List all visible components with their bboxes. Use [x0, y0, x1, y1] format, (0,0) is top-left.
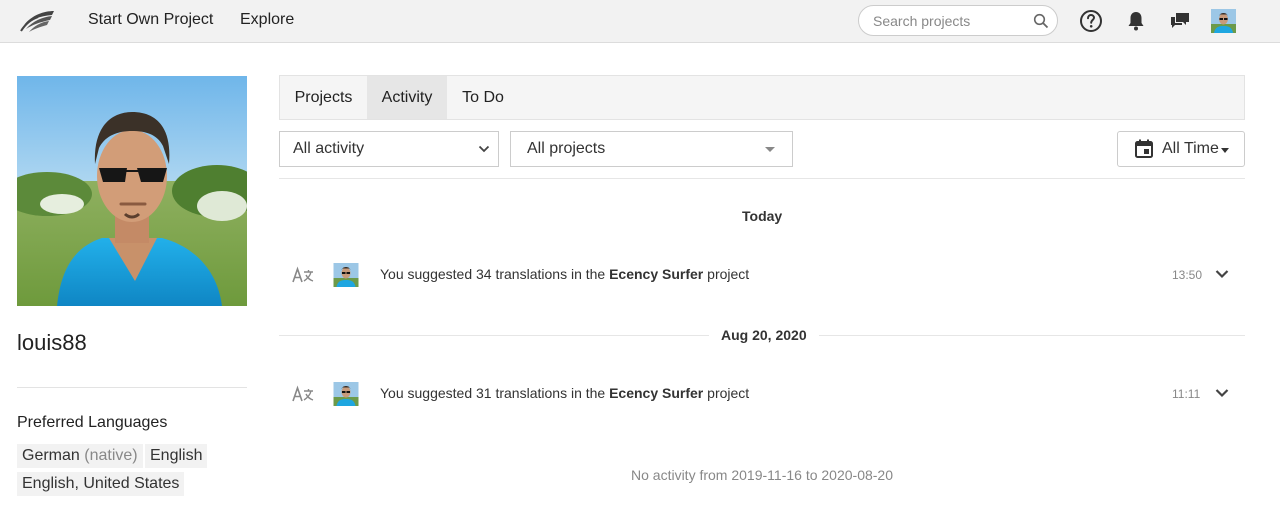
activity-project-link[interactable]: Ecency Surfer [609, 385, 703, 401]
day-heading: Today [730, 208, 795, 224]
search-input[interactable] [873, 12, 1033, 30]
activity-text-prefix: You suggested 31 translations in the [380, 385, 610, 401]
activity-item: You suggested 34 translations in the Ece… [279, 260, 1245, 290]
language-name: German [22, 447, 80, 464]
activity-time: 13:50 [1172, 268, 1203, 282]
activity-text-suffix: project [703, 385, 750, 401]
activity-text: You suggested 31 translations in the Ece… [380, 385, 749, 401]
profile-tabs: Projects Activity To Do [279, 75, 1245, 120]
caret-down-icon [1221, 148, 1229, 153]
activity-filter-value: All activity [293, 140, 365, 157]
preferred-languages-title: Preferred Languages [17, 414, 168, 431]
day-heading: Aug 20, 2020 [709, 327, 819, 343]
tab-activity[interactable]: Activity [367, 76, 447, 119]
activity-text-prefix: You suggested 34 translations in the [380, 266, 610, 282]
filters-divider [279, 178, 1245, 179]
activity-time: 11:11 [1172, 387, 1201, 401]
search-box [858, 5, 1058, 36]
language-tag: English [145, 444, 208, 468]
nav-explore[interactable]: Explore [240, 11, 294, 29]
activity-text-suffix: project [703, 266, 750, 282]
language-name: English, United States [22, 475, 180, 492]
logo-wings-icon[interactable] [18, 5, 58, 37]
search-icon[interactable] [1033, 13, 1049, 29]
time-range-label: All Time [1162, 140, 1219, 157]
chevron-down-icon [478, 145, 490, 153]
profile-photo [17, 76, 247, 306]
activity-item: You suggested 31 translations in the Ece… [279, 379, 1245, 409]
activity-filter-select[interactable]: All activity [279, 131, 499, 167]
language-tag: English, United States [17, 472, 185, 496]
chevron-down-icon[interactable] [1215, 269, 1229, 279]
nav-start-own-project[interactable]: Start Own Project [88, 11, 213, 29]
chevron-down-icon[interactable] [1215, 388, 1229, 398]
projects-filter-value: All projects [527, 140, 606, 157]
language-tag: German (native) [17, 444, 143, 468]
time-range-button[interactable]: All Time [1117, 131, 1245, 167]
translate-icon [292, 385, 314, 402]
profile-username: louis88 [17, 330, 87, 355]
calendar-icon [1135, 139, 1153, 158]
tab-todo[interactable]: To Do [447, 76, 519, 119]
translate-icon [292, 266, 314, 283]
caret-down-icon [765, 147, 775, 152]
language-native-note: (native) [84, 447, 138, 464]
no-activity-message: No activity from 2019-11-16 to 2020-08-2… [631, 467, 893, 483]
tab-projects[interactable]: Projects [280, 76, 367, 119]
activity-text: You suggested 34 translations in the Ece… [380, 266, 749, 282]
activity-user-avatar[interactable] [333, 382, 359, 406]
projects-filter-select[interactable]: All projects [510, 131, 793, 167]
activity-project-link[interactable]: Ecency Surfer [609, 266, 703, 282]
sidebar-divider [17, 387, 247, 388]
language-name: English [150, 447, 203, 464]
chat-icon[interactable] [1168, 9, 1192, 33]
top-navbar: Start Own Project Explore [0, 0, 1280, 43]
bell-icon[interactable] [1124, 9, 1148, 33]
activity-user-avatar[interactable] [333, 263, 359, 287]
help-icon[interactable] [1079, 9, 1103, 33]
user-avatar[interactable] [1211, 9, 1236, 33]
